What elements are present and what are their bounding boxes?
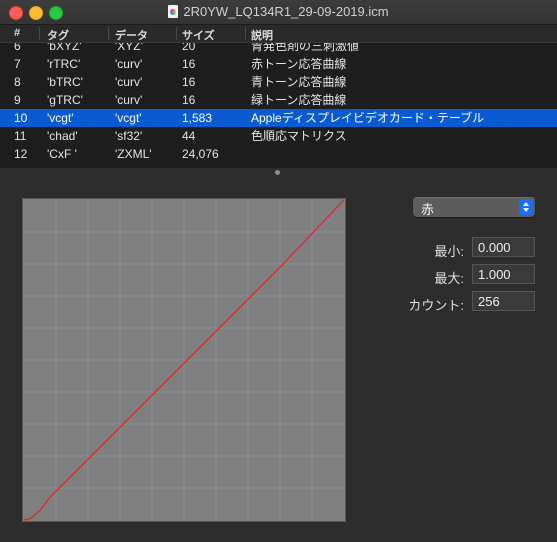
chevron-updown-icon: [519, 199, 533, 215]
window-title-wrap: 2R0YW_LQ134R1_29-09-2019.icm: [0, 4, 557, 19]
row-number: 10: [14, 111, 28, 125]
count-label: カウント:: [408, 298, 464, 313]
row-number: 9: [14, 93, 21, 107]
row-size: 16: [182, 57, 196, 71]
column-divider: [176, 27, 177, 40]
row-tag: 'bTRC': [47, 75, 83, 89]
split-view-divider[interactable]: [0, 167, 557, 176]
table-header: # タグ データ サイズ 説明: [0, 25, 557, 43]
column-header-tag[interactable]: タグ: [47, 27, 69, 43]
table-row[interactable]: 9 'gTRC' 'curv' 16 緑トーン応答曲線: [0, 91, 557, 109]
row-tag: 'chad': [47, 129, 78, 143]
row-number: 11: [14, 129, 27, 143]
row-size: 16: [182, 93, 196, 107]
title-bar: 2R0YW_LQ134R1_29-09-2019.icm: [0, 0, 557, 25]
curve-graph: [22, 198, 346, 522]
column-divider: [245, 27, 246, 40]
row-data-type: 'curv': [115, 75, 143, 89]
min-label: 最小:: [434, 244, 464, 259]
max-value: 1.000: [478, 267, 511, 282]
table-row[interactable]: 10 'vcgt' 'vcgt' 1,583 Appleディスプレイビデオカード・テーブ…: [0, 109, 557, 127]
row-description: Appleディスプレイビデオカード・テーブル: [251, 111, 485, 125]
row-number: 7: [14, 57, 21, 71]
tag-table[interactable]: 6'bXYZ' 'XYZ' 20 青発色剤の三刺激値 7'rTRC''curv' 16 赤ト…: [0, 25, 557, 167]
row-number: 8: [14, 75, 21, 89]
row-data-type: 'vcgt': [115, 111, 142, 125]
count-field[interactable]: 256: [472, 291, 535, 311]
app-window: 2R0YW_LQ134R1_29-09-2019.icm 6'bXYZ' 'XYZ…: [0, 0, 557, 542]
max-field[interactable]: 1.000: [472, 264, 535, 284]
divider-grip-icon[interactable]: [275, 170, 280, 175]
row-tag: 'vcgt': [47, 111, 74, 125]
table-row[interactable]: 8 'bTRC' 'curv' 16 青トーン応答曲線: [0, 73, 557, 91]
row-data-type: 'curv': [115, 57, 143, 71]
row-description: 赤トーン応答曲線: [251, 57, 347, 71]
column-header-description[interactable]: 説明: [251, 27, 273, 43]
row-tag: 'CxF ': [47, 147, 77, 161]
row-description: 色順応マトリクス: [251, 129, 347, 143]
row-description: 青トーン応答曲線: [251, 75, 347, 89]
detail-pane: 赤 最小: 0.000 最大: 1.000 カウント: 256: [0, 176, 557, 542]
row-number: 12: [14, 147, 28, 161]
row-size: 1,583: [182, 111, 213, 125]
column-divider: [108, 27, 109, 40]
row-size: 16: [182, 75, 196, 89]
row-data-type: 'sf32': [115, 129, 143, 143]
column-header-size[interactable]: サイズ: [182, 27, 215, 43]
row-data-type: 'curv': [115, 93, 143, 107]
table-row[interactable]: 11 'chad' 'sf32' 44 色順応マトリクス: [0, 127, 557, 145]
max-label: 最大:: [434, 271, 464, 286]
channel-select-value: 赤: [421, 202, 435, 217]
row-size: 24,076: [182, 147, 219, 161]
document-icon: [168, 5, 179, 18]
table-row[interactable]: 7 'rTRC' 'curv' 16 赤トーン応答曲線: [0, 55, 557, 73]
min-field[interactable]: 0.000: [472, 237, 535, 257]
window-title: 2R0YW_LQ134R1_29-09-2019.icm: [183, 4, 389, 19]
table-row[interactable]: 12 'CxF ' 'ZXML' 24,076: [0, 145, 557, 163]
channel-select[interactable]: 赤: [413, 197, 535, 217]
row-tag: 'rTRC': [47, 57, 81, 71]
column-header-data[interactable]: データ: [115, 27, 148, 43]
column-header-number[interactable]: #: [14, 27, 34, 39]
row-tag: 'gTRC': [47, 93, 83, 107]
row-size: 44: [182, 129, 196, 143]
count-value: 256: [478, 294, 500, 309]
min-value: 0.000: [478, 240, 511, 255]
row-description: 緑トーン応答曲線: [251, 93, 347, 107]
curve-graph-svg: [23, 199, 345, 521]
column-divider: [39, 27, 40, 40]
row-data-type: 'ZXML': [115, 147, 152, 161]
